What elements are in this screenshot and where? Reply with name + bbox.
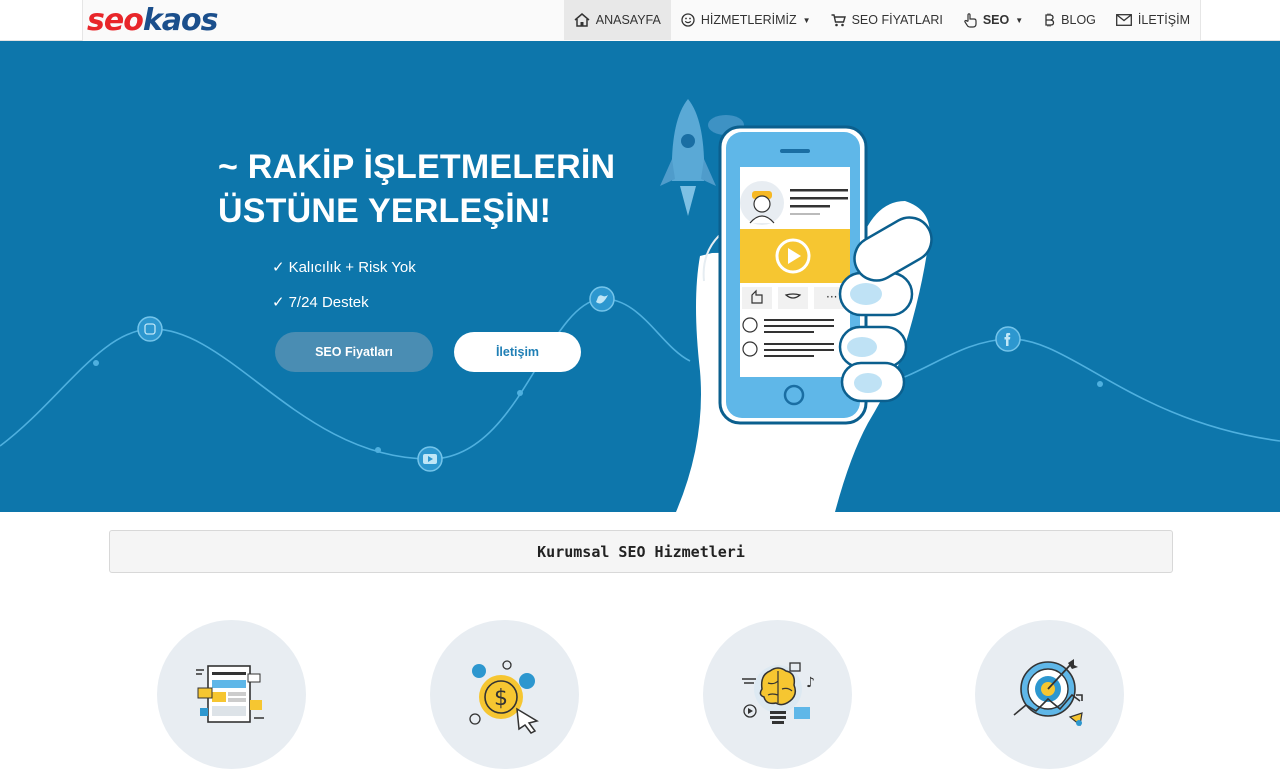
svg-text:♪: ♪ bbox=[806, 675, 815, 691]
cart-icon bbox=[831, 13, 846, 26]
hero-banner: ··· ~ RAKİP İŞLETMELERİN ÜSTÜNE YERLEŞİN… bbox=[0, 41, 1280, 512]
web-design-icon bbox=[195, 664, 264, 723]
nav-item-seo-prices[interactable]: SEO FİYATLARI bbox=[821, 0, 953, 40]
section-title: Kurumsal SEO Hizmetleri bbox=[109, 530, 1173, 573]
svg-text:···: ··· bbox=[826, 290, 837, 304]
nav-item-home[interactable]: ANASAYFA bbox=[563, 0, 671, 40]
nav-label-contact: İLETİŞİM bbox=[1137, 13, 1190, 27]
nav-label-seo: SEO bbox=[982, 13, 1010, 27]
contact-button[interactable]: İletişim bbox=[454, 332, 581, 372]
feature-item: ✓ 7/24 Destek bbox=[272, 293, 369, 311]
nav-label-seo-prices: SEO FİYATLARI bbox=[851, 13, 943, 27]
target-growth-icon bbox=[1012, 658, 1083, 726]
hero-headline-line1: ~ RAKİP İŞLETMELERİN bbox=[218, 148, 616, 186]
check-icon: ✓ bbox=[272, 259, 285, 276]
feature-item: ✓ Kalıcılık + Risk Yok bbox=[272, 258, 416, 276]
facebook-icon bbox=[995, 326, 1021, 352]
chevron-down-icon: ▼ bbox=[802, 15, 811, 25]
brain-idea-icon: ♪ bbox=[741, 661, 815, 724]
dollar-coin-click-icon: $ bbox=[468, 659, 539, 734]
chevron-down-icon: ▼ bbox=[1015, 15, 1024, 25]
bitcoin-icon bbox=[1045, 13, 1055, 27]
instagram-icon bbox=[137, 316, 163, 342]
hand-pointer-icon bbox=[964, 12, 977, 28]
service-card-ppc[interactable]: $ bbox=[430, 620, 579, 769]
smiley-icon bbox=[681, 13, 695, 27]
logo-text-kaos: kaos bbox=[142, 3, 219, 38]
check-icon: ✓ bbox=[272, 294, 285, 311]
youtube-icon bbox=[417, 446, 443, 472]
nav-item-blog[interactable]: BLOG bbox=[1033, 0, 1106, 40]
hero-headline: ~ RAKİP İŞLETMELERİN ÜSTÜNE YERLEŞİN! bbox=[218, 145, 638, 233]
feature-label: 7/24 Destek bbox=[288, 294, 369, 311]
service-card-strategy[interactable] bbox=[975, 620, 1124, 769]
nav-item-seo[interactable]: SEO ▼ bbox=[953, 0, 1033, 40]
nav-label-blog: BLOG bbox=[1061, 13, 1096, 27]
nav-label-services: HİZMETLERİMİZ bbox=[700, 13, 797, 27]
nav-item-services[interactable]: HİZMETLERİMİZ ▼ bbox=[671, 0, 821, 40]
seo-prices-button[interactable]: SEO Fiyatları bbox=[275, 332, 433, 372]
home-icon bbox=[574, 13, 590, 27]
hero-headline-line2: ÜSTÜNE YERLEŞİN! bbox=[218, 192, 552, 230]
navbar: seokaos ANASAYFA HİZMETLERİMİZ ▼ SEO FİY… bbox=[0, 0, 1280, 41]
navbar-container: seokaos ANASAYFA HİZMETLERİMİZ ▼ SEO FİY… bbox=[82, 0, 1201, 41]
feature-label: Kalıcılık + Risk Yok bbox=[288, 259, 416, 276]
site-logo[interactable]: seokaos bbox=[87, 4, 218, 38]
envelope-icon bbox=[1115, 14, 1132, 26]
nav-label-home: ANASAYFA bbox=[595, 13, 661, 27]
logo-text-seo: seo bbox=[87, 3, 144, 38]
hero-illustration: ··· bbox=[0, 99, 1280, 512]
main-nav: ANASAYFA HİZMETLERİMİZ ▼ SEO FİYATLARI S… bbox=[563, 0, 1200, 40]
nav-item-contact[interactable]: İLETİŞİM bbox=[1106, 0, 1200, 40]
svg-text:$: $ bbox=[494, 686, 508, 711]
service-card-web-design[interactable] bbox=[157, 620, 306, 769]
twitter-icon bbox=[589, 286, 615, 312]
service-card-content[interactable]: ♪ bbox=[703, 620, 852, 769]
